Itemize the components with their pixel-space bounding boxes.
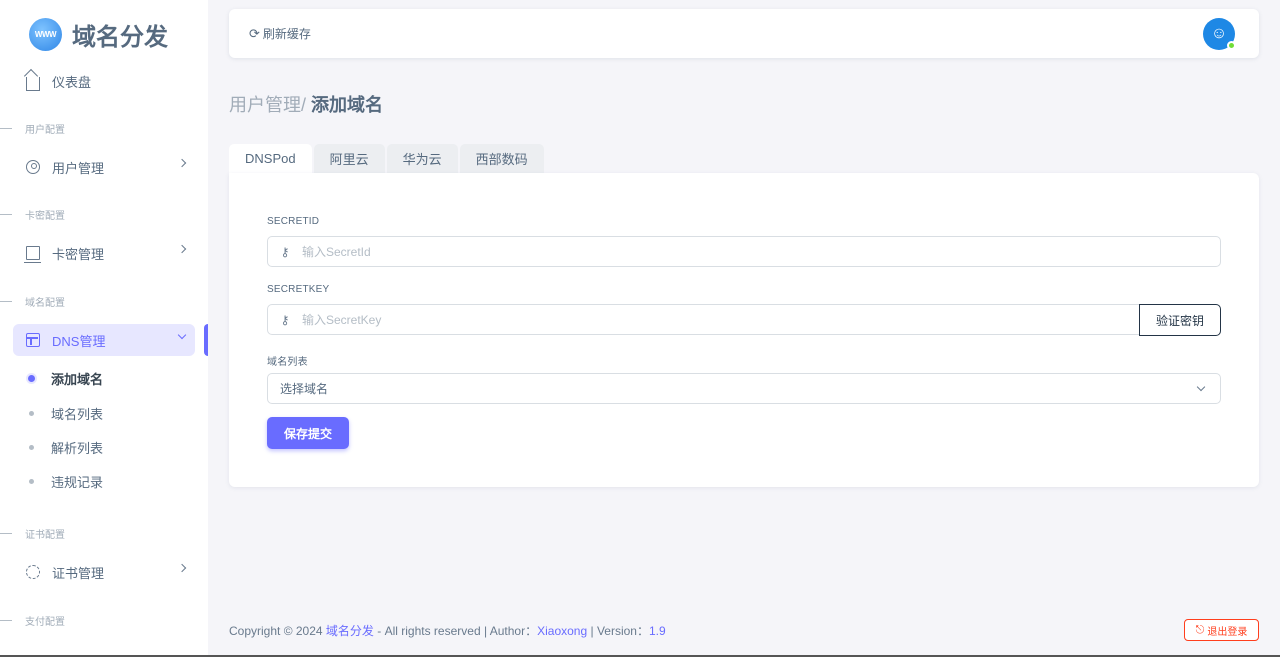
footer-copyright: Copyright © 2024 bbox=[229, 624, 326, 638]
secretid-input-group: ⚷ bbox=[267, 236, 1221, 267]
menu-header-cert-config: 证书配置 bbox=[0, 526, 65, 541]
breadcrumb: 用户管理/ 添加域名 bbox=[229, 91, 383, 117]
domain-list-label: 域名列表 bbox=[267, 357, 308, 368]
sidebar-subitem-label: 违规记录 bbox=[51, 474, 104, 490]
sidebar-item-dashboard[interactable]: 仪表盘 bbox=[13, 65, 195, 97]
tab-dnspod[interactable]: DNSPod bbox=[229, 144, 312, 173]
key-icon: ⚷ bbox=[280, 244, 290, 259]
chevron-down-icon bbox=[177, 330, 187, 340]
layout-icon bbox=[26, 333, 40, 347]
top-navbar: ⟳ 刷新缓存 ☺ bbox=[229, 9, 1259, 58]
tab-aliyun[interactable]: 阿里云 bbox=[313, 144, 385, 173]
sidebar: WWW 域名分发 仪表盘 用户配置 用户管理 卡密配置 卡密管理 域名配置 DN… bbox=[0, 0, 208, 657]
page-title: 添加域名 bbox=[311, 95, 384, 115]
tab-west-digital[interactable]: 西部数码 bbox=[459, 144, 544, 173]
sidebar-item-label: DNS管理 bbox=[52, 333, 106, 349]
user-circle-icon bbox=[26, 160, 40, 174]
secretkey-input-group: ⚷ bbox=[267, 304, 1140, 335]
avatar[interactable]: ☺ bbox=[1203, 18, 1236, 50]
sidebar-item-label: 证书管理 bbox=[52, 565, 105, 581]
menu-header-card-config: 卡密配置 bbox=[0, 207, 65, 222]
tab-huaweicloud[interactable]: 华为云 bbox=[386, 144, 458, 173]
sidebar-subitem-violation-records[interactable]: 违规记录 bbox=[29, 471, 103, 491]
sidebar-item-label: 仪表盘 bbox=[52, 74, 92, 90]
refresh-icon: ⟳ bbox=[249, 25, 260, 41]
chevron-right-icon bbox=[177, 158, 187, 168]
domain-select[interactable]: 选择域名 bbox=[267, 373, 1221, 404]
laptop-icon bbox=[24, 246, 41, 263]
sidebar-subitem-label: 添加域名 bbox=[51, 371, 104, 387]
brand-title: 域名分发 bbox=[72, 23, 168, 51]
sidebar-subitem-resolve-list[interactable]: 解析列表 bbox=[29, 437, 103, 457]
refresh-label: 刷新缓存 bbox=[262, 27, 311, 41]
bullet-icon bbox=[29, 444, 34, 450]
sidebar-subitem-label: 解析列表 bbox=[51, 440, 104, 456]
online-status-icon bbox=[1227, 41, 1236, 50]
chevron-right-icon bbox=[177, 244, 187, 254]
chevron-right-icon bbox=[177, 563, 187, 573]
avatar-icon: ☺ bbox=[1210, 25, 1228, 42]
brand[interactable]: WWW 域名分发 bbox=[29, 16, 168, 52]
provider-tabs: DNSPod 阿里云 华为云 西部数码 bbox=[229, 144, 546, 173]
sidebar-subitem-label: 域名列表 bbox=[51, 406, 104, 422]
menu-header-payment-config: 支付配置 bbox=[0, 613, 65, 628]
certificate-icon bbox=[26, 565, 40, 579]
secretid-label: SECRETID bbox=[267, 216, 320, 227]
footer-version: 1.9 bbox=[648, 624, 666, 638]
domain-select-value: 选择域名 bbox=[280, 382, 329, 396]
logout-button[interactable]: ⎋ 退出登录 bbox=[1184, 619, 1259, 641]
refresh-cache-button[interactable]: ⟳ 刷新缓存 bbox=[249, 25, 311, 42]
logout-label: 退出登录 bbox=[1207, 626, 1248, 638]
verify-key-button[interactable]: 验证密钥 bbox=[1139, 304, 1221, 336]
key-icon: ⚷ bbox=[280, 312, 290, 327]
add-domain-card: SECRETID ⚷ SECRETKEY ⚷ 验证密钥 域名列表 选择域名 保存… bbox=[229, 173, 1259, 487]
sidebar-item-cert-management[interactable]: 证书管理 bbox=[13, 556, 195, 588]
sidebar-subitem-domain-list[interactable]: 域名列表 bbox=[29, 403, 103, 423]
secretkey-label: SECRETKEY bbox=[267, 284, 330, 295]
sidebar-item-user-management[interactable]: 用户管理 bbox=[13, 151, 195, 183]
bullet-icon bbox=[29, 478, 34, 484]
footer-site-link[interactable]: 域名分发 bbox=[326, 624, 374, 638]
footer: Copyright © 2024 域名分发 - All rights reser… bbox=[229, 622, 666, 639]
bullet-icon bbox=[29, 410, 34, 416]
secretid-input[interactable] bbox=[302, 237, 1220, 266]
save-submit-button[interactable]: 保存提交 bbox=[267, 417, 349, 449]
logout-icon: ⎋ bbox=[1195, 623, 1205, 636]
bullet-icon bbox=[28, 374, 35, 382]
sidebar-subitem-add-domain[interactable]: 添加域名 bbox=[28, 368, 104, 388]
sidebar-item-dns-management[interactable]: DNS管理 bbox=[13, 324, 195, 356]
footer-version-label: | Version： bbox=[587, 624, 649, 638]
globe-logo-icon: WWW bbox=[29, 17, 62, 51]
menu-header-domain-config: 域名配置 bbox=[0, 294, 65, 309]
home-icon bbox=[26, 77, 40, 91]
chevron-down-icon bbox=[1196, 382, 1206, 392]
sidebar-item-card-management[interactable]: 卡密管理 bbox=[13, 237, 195, 269]
secretkey-input[interactable] bbox=[302, 305, 1139, 334]
sidebar-item-label: 卡密管理 bbox=[52, 246, 105, 262]
breadcrumb-parent: 用户管理/ bbox=[229, 95, 307, 115]
footer-author-link[interactable]: Xiaoxong bbox=[537, 624, 587, 638]
sidebar-item-label: 用户管理 bbox=[52, 160, 105, 176]
footer-rights: - All rights reserved | Author： bbox=[373, 624, 538, 638]
active-indicator bbox=[204, 324, 208, 356]
menu-header-user-config: 用户配置 bbox=[0, 121, 65, 136]
